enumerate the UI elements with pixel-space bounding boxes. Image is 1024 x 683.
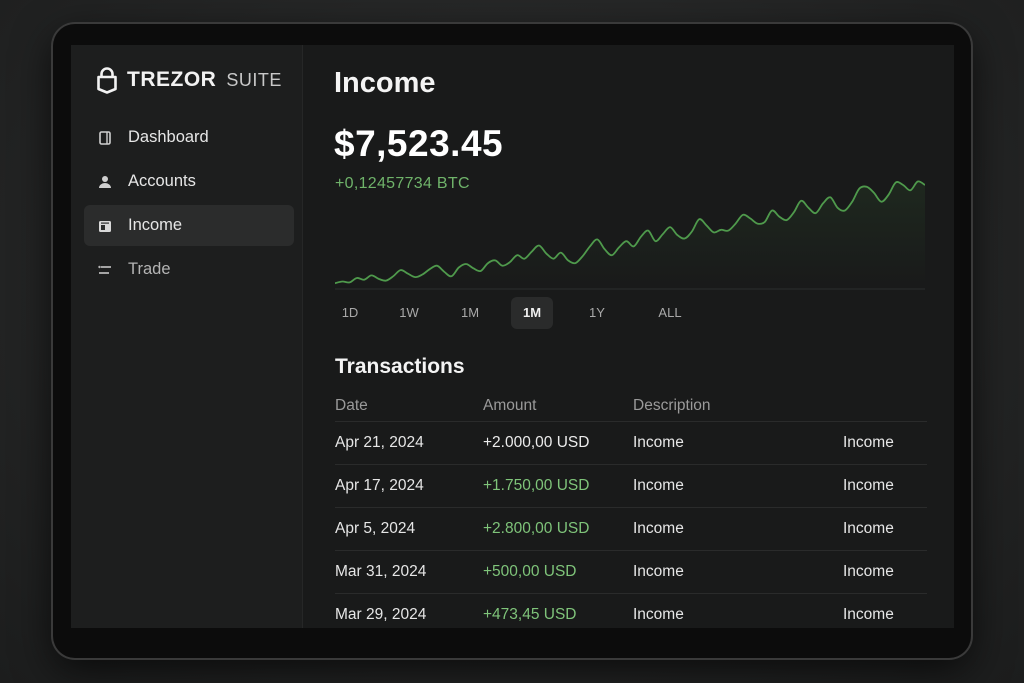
- sidebar-nav: Dashboard Accounts Income Trade: [84, 117, 294, 293]
- app-window: TREZOR SUITE Dashboard Accounts Income T…: [71, 45, 954, 628]
- transactions-table: Date Amount Description Apr 21, 2024 +2.…: [335, 391, 927, 628]
- brand-name: TREZOR: [127, 68, 217, 91]
- page-title: Income: [334, 67, 436, 99]
- table-row[interactable]: Apr 17, 2024 +1.750,00 USD Income Income: [335, 464, 927, 507]
- balance-amount: $7,523.45: [334, 123, 504, 164]
- range-1m-button[interactable]: 1M: [450, 297, 490, 329]
- header-date: Date: [335, 397, 368, 414]
- table-row[interactable]: Mar 29, 2024 +473,45 USD Income Income: [335, 593, 927, 628]
- trade-icon: [98, 263, 112, 277]
- sidebar-item-label: Trade: [128, 260, 171, 278]
- header-amount: Amount: [483, 397, 537, 414]
- table-row[interactable]: Apr 21, 2024 +2.000,00 USD Income Income: [335, 421, 927, 464]
- table-header: Date Amount Description: [335, 391, 927, 421]
- sidebar-item-income[interactable]: Income: [84, 205, 294, 246]
- income-icon: [98, 219, 112, 233]
- row-description: Income: [633, 477, 684, 494]
- row-date: Apr 5, 2024: [335, 520, 416, 537]
- row-amount: +1.750,00 USD: [483, 477, 590, 494]
- range-all-button[interactable]: ALL: [645, 297, 695, 329]
- brand-suffix: SUITE: [226, 69, 282, 90]
- header-description: Description: [633, 397, 711, 414]
- sidebar-item-dashboard[interactable]: Dashboard: [84, 117, 294, 158]
- row-date: Mar 31, 2024: [335, 563, 427, 580]
- brand-logo: TREZOR SUITE: [97, 65, 282, 95]
- row-description: Income: [633, 563, 684, 580]
- sidebar-item-accounts[interactable]: Accounts: [84, 161, 294, 202]
- sidebar-item-label: Income: [128, 216, 183, 234]
- row-category: Income: [843, 606, 894, 623]
- row-amount: +2.800,00 USD: [483, 520, 590, 537]
- range-1m-active-button[interactable]: 1M: [511, 297, 553, 329]
- row-category: Income: [843, 434, 894, 451]
- row-date: Apr 17, 2024: [335, 477, 424, 494]
- range-1w-button[interactable]: 1W: [389, 297, 429, 329]
- time-range-selector: 1D 1W 1M 1M 1Y ALL: [333, 297, 933, 329]
- row-date: Mar 29, 2024: [335, 606, 427, 623]
- row-amount: +473,45 USD: [483, 606, 577, 623]
- row-amount: +500,00 USD: [483, 563, 577, 580]
- range-1d-button[interactable]: 1D: [333, 297, 367, 329]
- income-chart: [335, 180, 925, 290]
- row-description: Income: [633, 434, 684, 451]
- row-category: Income: [843, 563, 894, 580]
- row-description: Income: [633, 520, 684, 537]
- wallet-icon: [98, 130, 112, 145]
- sidebar-item-trade[interactable]: Trade: [84, 249, 294, 290]
- row-amount: +2.000,00 USD: [483, 434, 590, 451]
- transactions-title: Transactions: [335, 355, 465, 378]
- sidebar: TREZOR SUITE Dashboard Accounts Income T…: [71, 45, 303, 628]
- row-date: Apr 21, 2024: [335, 434, 424, 451]
- table-row[interactable]: Apr 5, 2024 +2.800,00 USD Income Income: [335, 507, 927, 550]
- trezor-lock-icon: [97, 66, 117, 94]
- row-description: Income: [633, 606, 684, 623]
- range-1y-button[interactable]: 1Y: [578, 297, 616, 329]
- row-category: Income: [843, 477, 894, 494]
- row-category: Income: [843, 520, 894, 537]
- sidebar-item-label: Accounts: [128, 172, 196, 190]
- table-row[interactable]: Mar 31, 2024 +500,00 USD Income Income: [335, 550, 927, 593]
- sidebar-item-label: Dashboard: [128, 128, 209, 146]
- chart-area-fill: [335, 181, 925, 285]
- user-icon: [98, 175, 112, 189]
- main-content: Income $7,523.45 +0,12457734 BTC 1D 1W 1…: [303, 45, 954, 628]
